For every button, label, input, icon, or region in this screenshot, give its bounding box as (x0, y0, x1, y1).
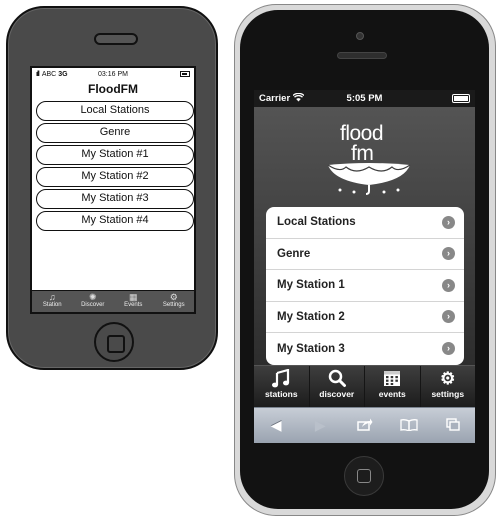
search-icon (310, 369, 365, 389)
app-content: flood fm Local Stations › Genre › My Sta… (254, 107, 475, 365)
tab-label: discover (319, 389, 355, 399)
pages-icon (446, 417, 460, 431)
calendar-icon: ▦ (128, 292, 138, 302)
tab-stations[interactable]: stations (254, 366, 310, 407)
safari-toolbar: ◀ ▶ (254, 407, 475, 443)
battery-icon (452, 94, 470, 103)
chevron-right-icon: › (442, 342, 455, 356)
tab-label: settings (431, 389, 465, 399)
mockup-station-4-button[interactable]: My Station #4 (36, 211, 194, 231)
status-bar: Carrier 5:05 PM (254, 90, 475, 107)
mockup-home-button[interactable] (94, 322, 134, 362)
tab-discover[interactable]: discover (310, 366, 365, 407)
mockup-tab-label: Settings (162, 302, 185, 308)
mockup-tab-label: Discover (81, 302, 105, 308)
iphone-screen: Carrier 5:05 PM flood fm Local Stations … (254, 90, 475, 443)
mockup-genre-button[interactable]: Genre (36, 123, 194, 143)
gear-icon: ⚙ (440, 369, 456, 388)
back-button[interactable]: ◀ (254, 417, 298, 434)
mockup-time: 03:16 PM (98, 70, 128, 78)
menu-item-genre[interactable]: Genre › (266, 239, 464, 270)
chevron-right-icon: › (442, 215, 455, 229)
iphone-device: Carrier 5:05 PM flood fm Local Stations … (234, 4, 496, 516)
menu-item-label: Local Stations (277, 216, 356, 229)
mockup-local-stations-button[interactable]: Local Stations (36, 101, 194, 121)
mockup-tab-discover[interactable]: ✺ Discover (73, 291, 114, 312)
mockup-tab-label: Events (124, 302, 143, 308)
menu-item-my-station-1[interactable]: My Station 1 › (266, 270, 464, 302)
pages-button[interactable] (431, 417, 475, 434)
mockup-station-3-button[interactable]: My Station #3 (36, 189, 194, 209)
menu-item-my-station-3[interactable]: My Station 3 › (266, 333, 464, 365)
menu-item-local-stations[interactable]: Local Stations › (266, 207, 464, 239)
menu-item-label: My Station 3 (277, 342, 345, 355)
chevron-right-icon: › (442, 278, 455, 292)
battery-icon (180, 71, 190, 77)
menu-item-my-station-2[interactable]: My Station 2 › (266, 302, 464, 333)
menu-item-label: Genre (277, 247, 311, 260)
tab-events[interactable]: events (365, 366, 421, 407)
mockup-screen: ıll ABC 3G 03:16 PM FloodFM Local Statio… (30, 66, 196, 314)
home-button[interactable] (344, 456, 384, 496)
forward-button[interactable]: ▶ (298, 417, 342, 434)
status-time: 5:05 PM (346, 93, 383, 104)
mockup-speaker (94, 33, 138, 45)
mockup-app-title: FloodFM (88, 82, 138, 96)
mockup-tab-bar: ♫ Station ✺ Discover ▦ Events ⚙ Settings (32, 290, 194, 312)
chevron-right-icon: › (442, 310, 455, 324)
calendar-icon (365, 369, 420, 389)
front-camera (356, 32, 364, 40)
mockup-tab-events[interactable]: ▦ Events (113, 291, 154, 312)
mockup-tab-station[interactable]: ♫ Station (32, 291, 73, 312)
floodfm-logo: flood fm (326, 122, 411, 195)
book-icon (400, 418, 418, 432)
mockup-button-list: Local Stations Genre My Station #1 My St… (36, 101, 194, 233)
tab-settings[interactable]: ⚙ settings (421, 366, 476, 407)
bookmarks-button[interactable] (387, 418, 431, 434)
station-menu: Local Stations › Genre › My Station 1 › … (266, 207, 464, 365)
mockup-station-1-button[interactable]: My Station #1 (36, 145, 194, 165)
mockup-tab-label: Station (42, 302, 62, 308)
iphone-bezel: Carrier 5:05 PM flood fm Local Stations … (240, 10, 489, 509)
tab-label: stations (264, 389, 298, 399)
mockup-phone: ıll ABC 3G 03:16 PM FloodFM Local Statio… (6, 6, 218, 370)
menu-item-label: My Station 1 (277, 279, 345, 292)
menu-item-label: My Station 2 (277, 310, 345, 323)
mockup-station-2-button[interactable]: My Station #2 (36, 167, 194, 187)
umbrella-icon (327, 163, 411, 195)
chevron-right-icon: › (442, 247, 455, 261)
gear-icon: ⚙ (169, 292, 178, 302)
earpiece-speaker (337, 52, 387, 59)
music-note-icon (254, 368, 309, 389)
tab-label: events (378, 389, 406, 399)
note-icon: ♫ (48, 292, 56, 302)
loader-icon: ✺ (88, 292, 97, 302)
mockup-status-bar: ıll ABC 3G 03:16 PM (32, 68, 194, 80)
share-button[interactable] (342, 418, 386, 434)
mockup-tab-settings[interactable]: ⚙ Settings (154, 291, 195, 312)
tab-bar: stations discover events ⚙ settings (254, 365, 475, 407)
share-icon (356, 418, 372, 431)
